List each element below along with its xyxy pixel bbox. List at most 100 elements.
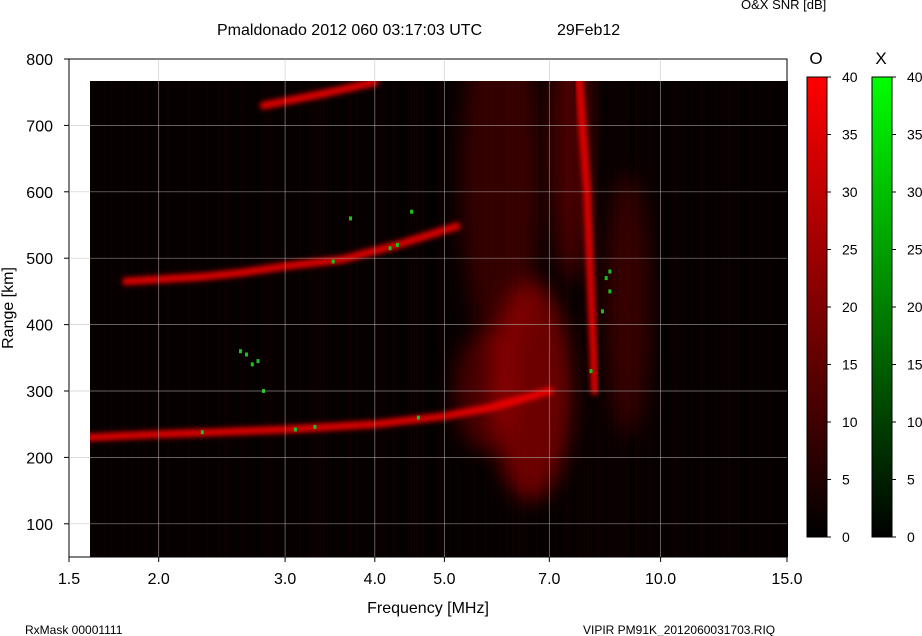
noise-stripe [347, 81, 350, 557]
colorbar-tick-label: 35 [842, 127, 858, 143]
noise-stripe [161, 79, 163, 557]
colorbar-tick-label: 20 [907, 299, 922, 315]
noise-stripe [431, 79, 433, 557]
noise-stripe [710, 81, 713, 557]
noise-stripe [254, 79, 256, 557]
noise-stripe [356, 81, 359, 557]
noise-stripe [419, 79, 421, 557]
x-tick-label: 1.5 [58, 571, 80, 588]
x-echo [601, 309, 604, 314]
x-tick-label: 7.0 [538, 571, 560, 588]
y-tick-label: 200 [26, 450, 53, 467]
noise-stripe [368, 81, 371, 557]
noise-stripe [215, 79, 217, 557]
noise-stripe [449, 81, 452, 557]
noise-stripe [410, 81, 413, 557]
noise-stripe [185, 79, 187, 557]
y-tick-label: 500 [26, 251, 53, 268]
colorbar-label: X [875, 49, 886, 68]
x-tick-label: 15.0 [771, 571, 802, 588]
noise-stripe [455, 81, 458, 557]
noise-stripe [773, 81, 776, 557]
echo-glow [605, 174, 650, 435]
file-name-footer: VIPIR PM91K_2012060031703.RIQ [583, 623, 775, 636]
noise-stripe [320, 81, 323, 557]
noise-stripe [737, 81, 740, 557]
noise-stripe [680, 79, 682, 557]
colorbars: O 0 5 10 15 20 25 30 35 40 X 0 5 10 15 20 25 30 35 40 [806, 49, 922, 545]
noise-stripe [179, 81, 182, 557]
noise-stripe [182, 81, 185, 557]
noise-stripe [674, 81, 677, 557]
noise-stripe [131, 81, 134, 557]
colorbar-tick-label: 20 [842, 299, 858, 315]
noise-stripe [782, 81, 785, 557]
x-echo [604, 276, 608, 281]
noise-stripe [365, 81, 368, 557]
colorbar-tick-label: 10 [907, 414, 922, 430]
noise-stripe [722, 81, 725, 557]
colorbar-tick-label: 30 [842, 184, 858, 200]
colorbar-tick-label: 5 [842, 472, 850, 488]
y-tick-label: 700 [26, 118, 53, 135]
noise-stripe [212, 81, 215, 557]
noise-stripe [329, 81, 332, 557]
noise-stripe [752, 81, 755, 557]
noise-stripe [395, 81, 398, 557]
noise-stripe [434, 79, 436, 557]
noise-stripe [143, 81, 146, 557]
noise-stripe [335, 81, 338, 557]
x-axis-ticks: 1.5 2.0 3.0 4.0 5.0 7.0 10.0 15.0 [58, 557, 803, 588]
noise-stripe [731, 81, 734, 557]
noise-stripe [167, 81, 170, 557]
noise-stripe [386, 81, 389, 557]
noise-stripe [113, 81, 116, 557]
colorbar-tick-label: 15 [907, 357, 922, 373]
noise-stripe [92, 81, 95, 557]
noise-stripe [311, 81, 314, 557]
noise-stripe [599, 81, 602, 557]
noise-stripe [341, 79, 343, 557]
noise-stripe [701, 81, 704, 557]
noise-stripe [746, 81, 749, 557]
noise-stripe [233, 81, 236, 557]
noise-stripe [290, 81, 293, 557]
noise-stripe [287, 81, 290, 557]
colorbar-tick-label: 30 [907, 184, 922, 200]
colorbar-tick-label: 35 [907, 127, 922, 143]
colorbar-title: O&X SNR [dB] [741, 0, 827, 12]
noise-stripe [299, 81, 302, 557]
noise-stripe [332, 79, 334, 557]
colorbar-tick-label: 25 [907, 242, 922, 258]
noise-stripe [371, 79, 373, 557]
colorbar-tick-label: 40 [842, 69, 858, 85]
noise-stripe [653, 81, 656, 557]
noise-stripe [281, 81, 284, 557]
x-echo [239, 349, 242, 354]
noise-stripe [362, 81, 365, 557]
x-tick-label: 4.0 [364, 571, 386, 588]
noise-stripe [308, 81, 311, 557]
noise-stripe [785, 81, 788, 557]
noise-stripe [695, 81, 698, 557]
noise-stripe [413, 81, 416, 557]
colorbar-tick-label: 25 [842, 242, 858, 258]
noise-stripe [203, 79, 205, 557]
noise-stripe [656, 81, 659, 557]
noise-stripe [458, 81, 461, 557]
x-echo [416, 415, 420, 420]
noise-stripe [338, 81, 341, 557]
noise-stripe [392, 81, 395, 557]
y-axis-label: Range [km] [0, 267, 17, 349]
noise-stripe [377, 81, 380, 557]
noise-stripe [275, 81, 278, 557]
x-echo [200, 430, 204, 435]
noise-stripe [755, 79, 757, 557]
noise-stripe [317, 81, 320, 557]
noise-stripe [380, 81, 383, 557]
y-tick-label: 400 [26, 318, 53, 335]
noise-stripe [770, 81, 773, 557]
noise-stripe [200, 81, 203, 557]
noise-stripe [170, 79, 172, 557]
y-tick-label: 100 [26, 517, 53, 534]
